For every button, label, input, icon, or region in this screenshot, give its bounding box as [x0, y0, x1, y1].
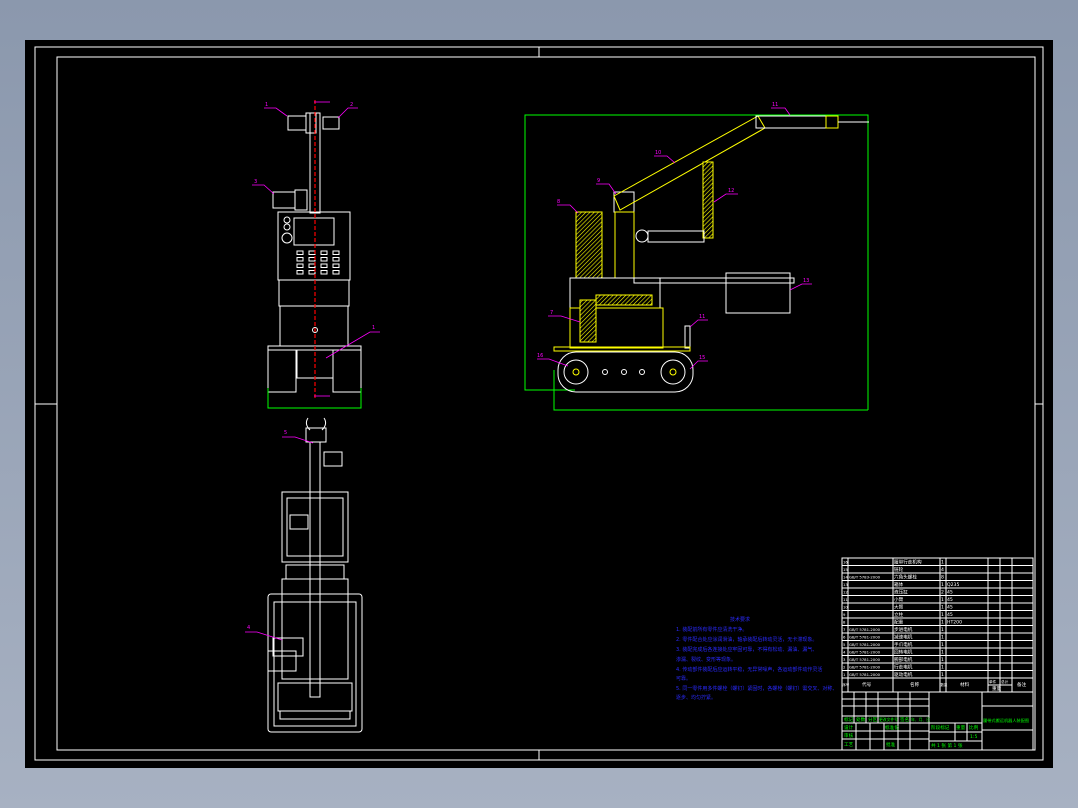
- part-label: 1: [372, 325, 375, 331]
- tb-label: 审核: [844, 732, 854, 739]
- bom-cell-code: GB/T 5781-2000: [849, 635, 881, 640]
- bom-cell-code: GB/T 5781-2000: [849, 665, 881, 670]
- bom-cell-qty: 1: [941, 560, 944, 566]
- bom-cell-material: 45: [947, 590, 953, 596]
- bom-header-qty: 数量: [941, 682, 948, 687]
- tb-label: 分区: [868, 716, 878, 723]
- bom-cell-qty: 1: [941, 627, 944, 633]
- tb-label: 重量: [956, 724, 966, 731]
- bom-cell-qty: 1: [941, 657, 944, 663]
- tb-label: 标记: [844, 716, 854, 723]
- note-line: 可靠。: [676, 675, 691, 682]
- bom-cell-name: 履带行走机构: [894, 559, 922, 566]
- bom-cell-name: 驱动电机: [894, 671, 913, 678]
- part-label: 4: [247, 625, 250, 631]
- bom-cell-material: 45: [947, 597, 953, 603]
- bom-cell-name: 箱体: [894, 581, 904, 588]
- tb-label: 工艺: [844, 742, 854, 748]
- part-label: 12: [728, 188, 734, 194]
- bom-cell-qty: 8: [941, 575, 944, 581]
- bom-header-single: 单件: [989, 679, 997, 684]
- tb-label: 批准: [886, 741, 896, 748]
- bom-cell-name: 链轮: [894, 566, 904, 573]
- bom-cell-name: 手爪电机: [894, 641, 913, 648]
- bom-cell-material: 45: [947, 605, 953, 611]
- bom-header-total: 总计: [1001, 679, 1009, 684]
- bom-cell-code: GB/T 5781-2000: [849, 650, 881, 655]
- note-line: 逐步、均匀拧紧。: [676, 694, 716, 701]
- bom-cell-qty: 4: [941, 567, 944, 573]
- notes-title: 技术要求: [730, 616, 750, 623]
- tb-label: 处数: [856, 716, 866, 723]
- tb-label: 阶段标记: [931, 724, 950, 731]
- bom-header-weight: 重量: [992, 685, 1002, 692]
- bom-cell-name: 六角头螺栓: [894, 574, 917, 581]
- scale-value: 1:5: [970, 734, 977, 740]
- bom-cell-name: 步进电机: [894, 626, 913, 633]
- bom-cell-qty: 1: [941, 612, 944, 618]
- note-line: 2. 零件配合处应涂润滑油，轴承装配后转动灵活，无卡滞现象。: [676, 636, 817, 643]
- bom-header-name: 名称: [910, 681, 920, 688]
- part-label: 2: [350, 102, 353, 108]
- part-label: 5: [284, 430, 287, 436]
- bom-header-material: 材料: [960, 681, 970, 688]
- bom-cell-name: 大臂: [894, 604, 904, 611]
- bom-cell-code: GB/T 5781-2000: [849, 657, 881, 662]
- bom-cell-material: HT200: [947, 620, 962, 626]
- bom-cell-name: 回转电机: [894, 649, 913, 656]
- sheet-count: 共 1 张 第 1 张: [931, 742, 963, 749]
- note-line: 4. 传动部件装配后应运转平稳，无异常噪声，各运动部件动作灵活: [676, 666, 822, 673]
- bom-header-code: 代号: [862, 681, 872, 688]
- tb-label: 标准化: [885, 724, 899, 731]
- bom-cell-code: GB/T 5781-2000: [849, 672, 881, 677]
- bom-cell-code: GB/T 5781-2000: [849, 627, 881, 632]
- bom-cell-qty: 1: [941, 635, 944, 641]
- bom-cell-qty: 1: [941, 665, 944, 671]
- part-label: 7: [550, 310, 553, 316]
- note-line: 1. 装配前所有零件应清洗干净。: [676, 626, 747, 633]
- bom-cell-name: 腕部电机: [894, 656, 913, 663]
- tb-label: 比例: [969, 724, 979, 731]
- bom-cell-qty: 1: [941, 642, 944, 648]
- part-label: 11: [772, 102, 778, 108]
- tb-label: 更改文件号: [879, 717, 898, 722]
- bom-cell-code: GB/T 5783-2000: [849, 575, 881, 580]
- bom-cell-qty: 1: [941, 605, 944, 611]
- part-label: 9: [597, 178, 600, 184]
- note-line: 渗漏、裂纹、变形等现象。: [676, 656, 736, 663]
- part-label: 13: [803, 278, 809, 284]
- part-label: 11: [699, 314, 705, 320]
- bom-cell-qty: 1: [941, 620, 944, 626]
- note-line: 5. 同一零件用多件螺栓（螺钉）紧固时，各螺栓（螺钉）需交叉、对称、: [676, 685, 837, 692]
- cad-drawing-sheet: 1 2 3 1 5 4 8 9 10 11 12 13 7 16 11 15 技…: [25, 40, 1053, 768]
- bom-header-no: 序号: [843, 682, 850, 687]
- tb-label: 设计: [844, 724, 854, 731]
- bom-cell-qty: 1: [941, 597, 944, 603]
- bom-cell-qty: 1: [941, 650, 944, 656]
- bom-cell-qty: 2: [941, 590, 944, 596]
- tb-label: 签名: [900, 716, 909, 723]
- part-label: 3: [254, 179, 257, 185]
- bom-cell-qty: 1: [941, 582, 944, 588]
- bom-cell-name: 小臂: [894, 596, 904, 603]
- bom-cell-name: 配重: [894, 619, 904, 626]
- bom-cell-name: 减速电机: [894, 634, 913, 641]
- tb-label: 年、月、日: [911, 717, 930, 722]
- note-line: 3. 装配完成后各连接处应牢固可靠，不得有松动、漏油、漏气、: [676, 646, 817, 653]
- bom-header-remark: 备注: [1017, 681, 1027, 688]
- bom-cell-name: 液压缸: [894, 589, 908, 596]
- bom-cell-name: 立柱: [894, 611, 904, 618]
- part-label: 15: [699, 355, 705, 361]
- bom-cell-code: GB/T 5781-2000: [849, 642, 881, 647]
- part-label: 16: [537, 353, 543, 359]
- bom-cell-name: 行走电机: [894, 664, 913, 671]
- part-label: 8: [557, 199, 560, 205]
- drawing-title: 履带式搬运机器人装配图: [983, 717, 1029, 724]
- part-label: 10: [655, 150, 661, 156]
- part-label: 1: [265, 102, 268, 108]
- bom-cell-material: 45: [947, 612, 953, 618]
- bom-cell-qty: 1: [941, 672, 944, 678]
- bom-cell-material: Q235: [947, 582, 959, 588]
